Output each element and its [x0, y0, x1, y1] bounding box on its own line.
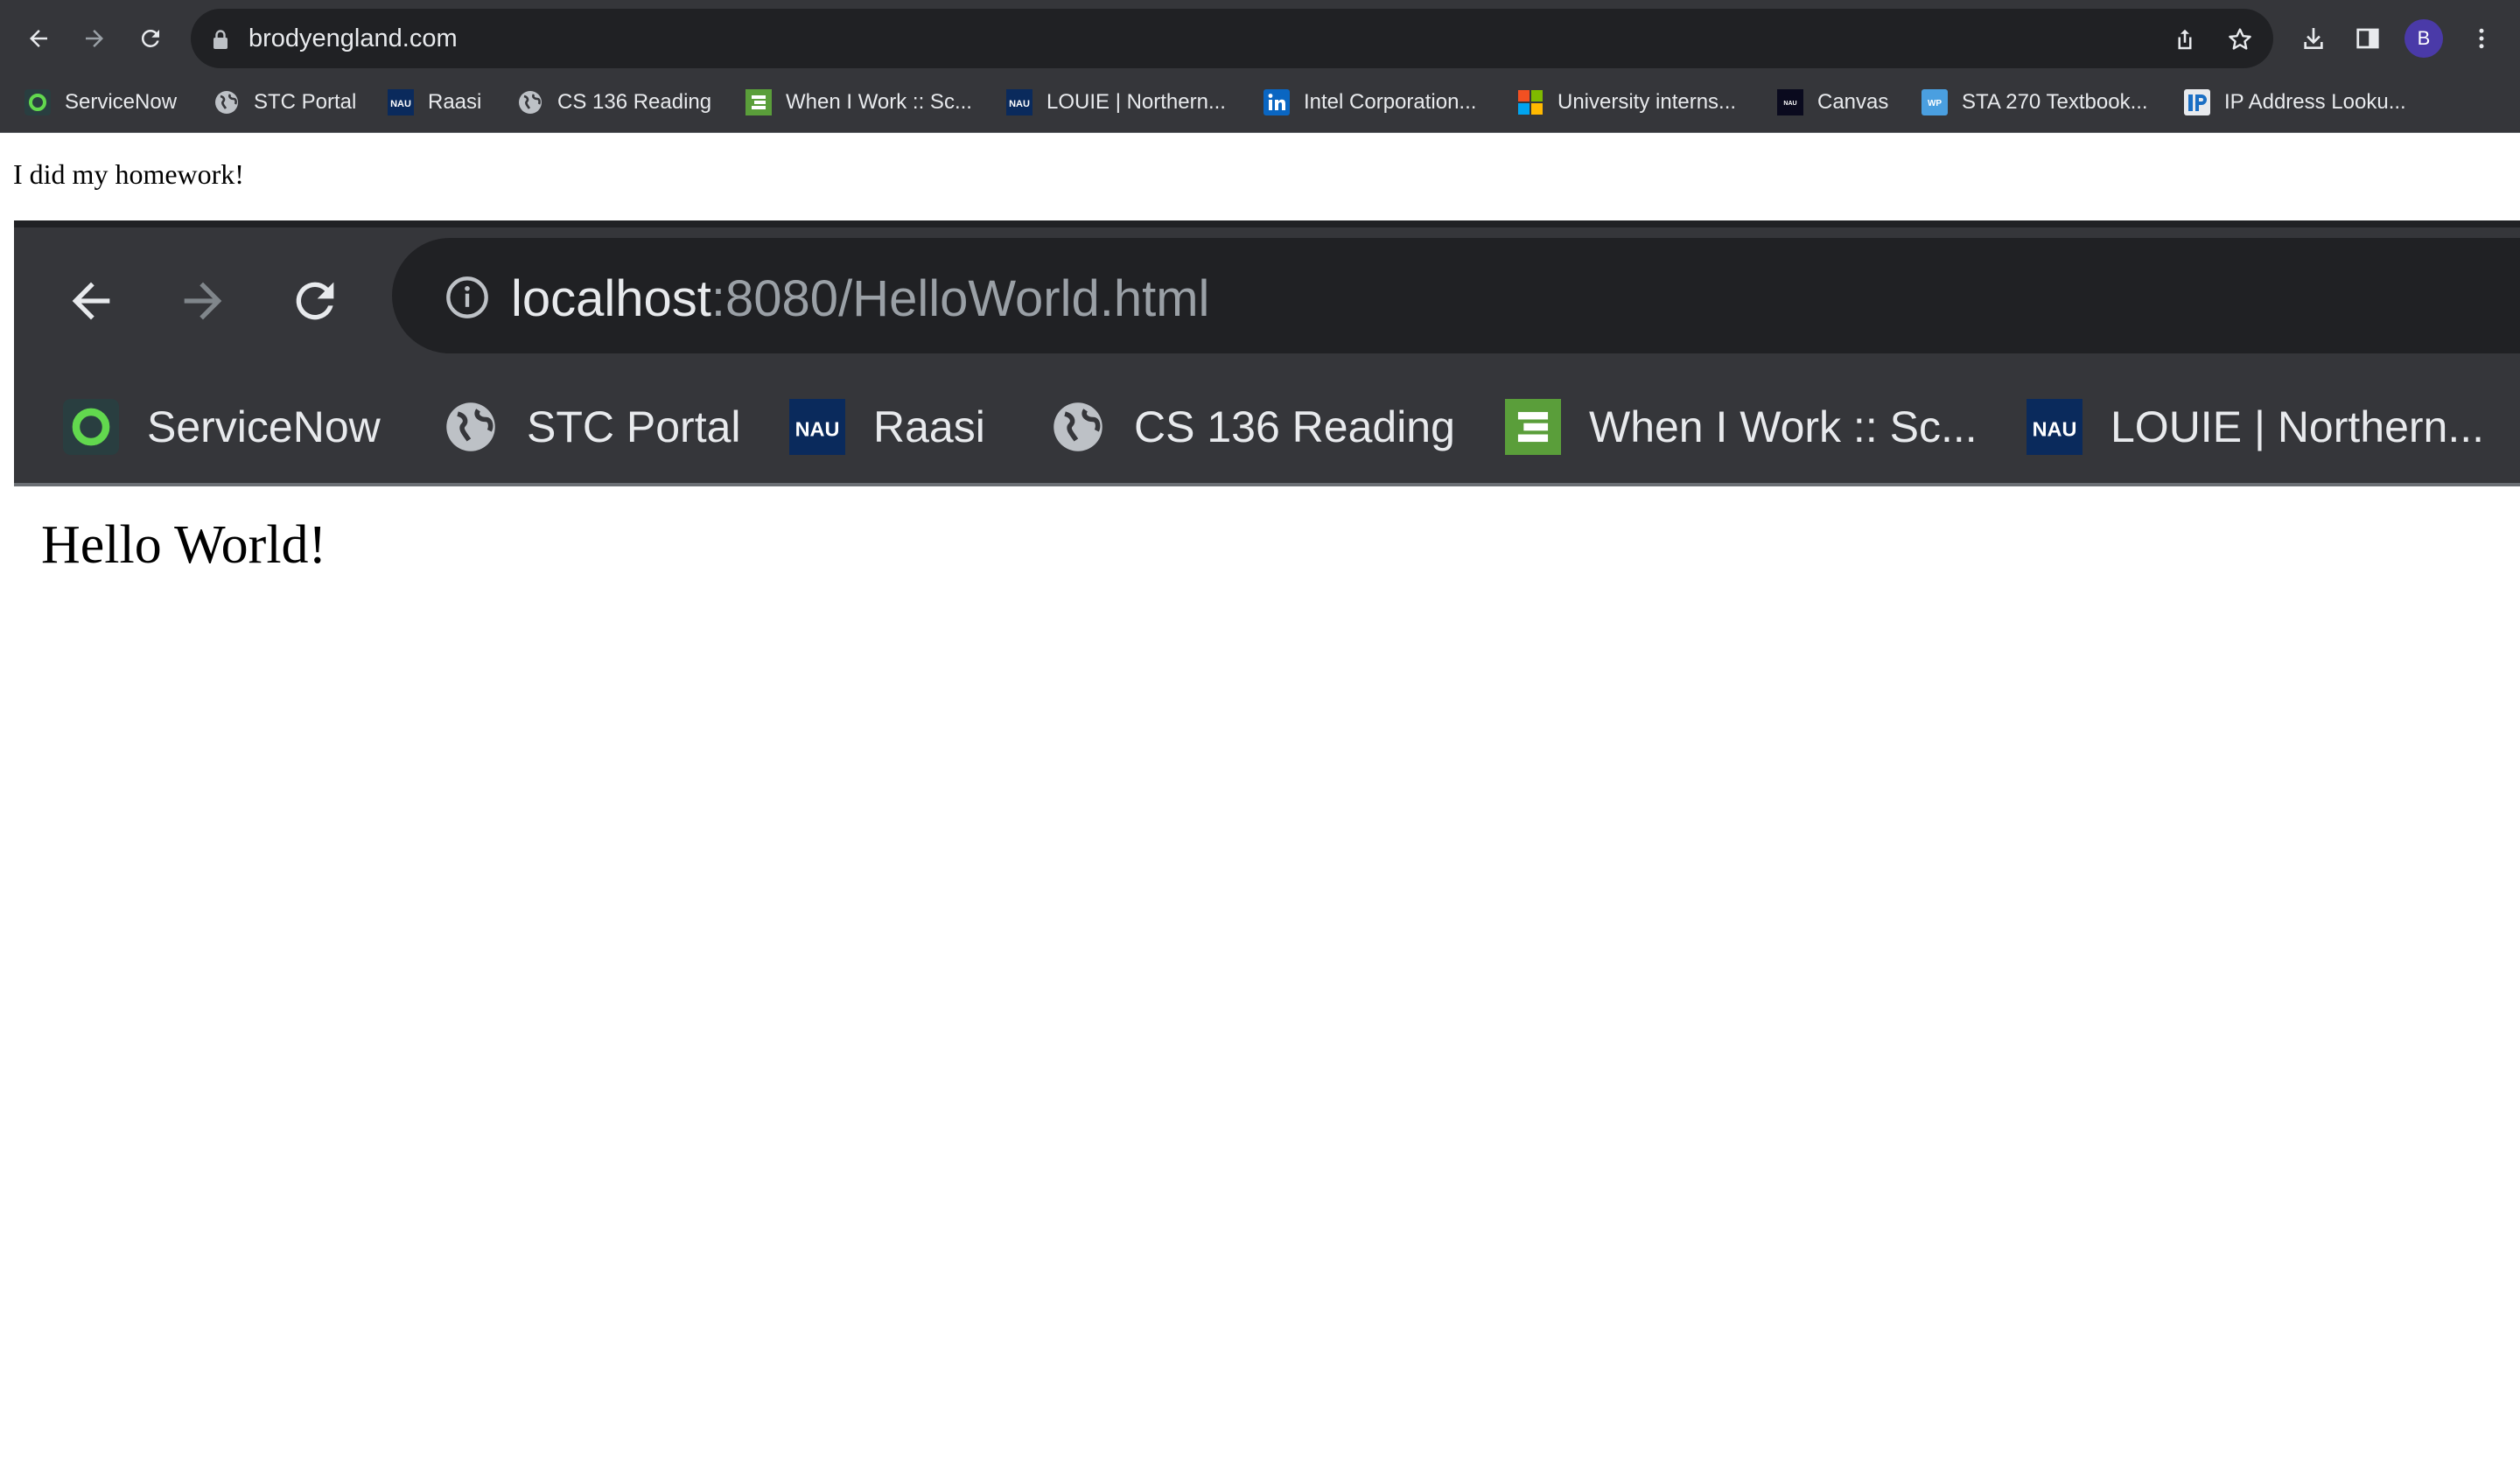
screenshot-forward-arrow-icon — [168, 266, 238, 336]
star-icon — [2229, 28, 2251, 50]
wheniwork-icon — [746, 89, 772, 115]
bookmark-label: Intel Corporation... — [1304, 90, 1477, 114]
share-icon — [2178, 29, 2192, 50]
embedded-screenshot: localhost:8080/HelloWorld.html ServiceNo… — [14, 220, 2520, 486]
wheniwork-icon — [1505, 399, 1561, 455]
nau-icon: NAU — [388, 89, 414, 115]
screenshot-back-arrow-icon — [56, 266, 126, 336]
address-bar[interactable]: brodyengland.com — [191, 9, 2273, 68]
svg-text:NAU: NAU — [390, 99, 411, 109]
browser-toolbar: brodyengland.com B — [0, 0, 2520, 77]
bookmark-star-button[interactable] — [2225, 24, 2255, 54]
screenshot-address-bar: localhost:8080/HelloWorld.html — [392, 238, 2520, 353]
bookmark-university-interns[interactable]: University interns... — [1517, 80, 1736, 124]
bookmark-label: When I Work :: Sc... — [786, 90, 972, 114]
screenshot-info-icon — [446, 276, 488, 318]
homework-text: I did my homework! — [13, 158, 244, 190]
bookmark-when-i-work[interactable]: When I Work :: Sc... — [746, 80, 972, 124]
wp-icon: WP — [1922, 89, 1948, 115]
screenshot-url-path: :8080/HelloWorld.html — [710, 270, 1210, 327]
profile-avatar[interactable]: B — [2404, 19, 2443, 58]
forward-button[interactable] — [75, 19, 114, 58]
servicenow-icon — [24, 89, 51, 115]
kebab-menu-icon — [2479, 28, 2484, 49]
svg-text:NAU: NAU — [1783, 101, 1796, 107]
bookmark-label: IP Address Looku... — [2224, 90, 2406, 114]
bookmarks-bar: ServiceNow STC Portal NAU Raasi CS 136 R… — [0, 80, 2520, 124]
back-arrow-icon — [30, 30, 47, 47]
download-icon — [2304, 28, 2323, 49]
svg-text:NAU: NAU — [795, 418, 840, 441]
linkedin-icon — [1264, 89, 1290, 115]
screenshot-bookmark-when-i-work: When I Work :: Sc... — [1505, 392, 1978, 462]
screenshot-bookmark-label: LOUIE | Northern... — [2110, 402, 2485, 451]
bookmark-stc-portal[interactable]: STC Portal — [214, 80, 356, 124]
bookmark-cs136-reading[interactable]: CS 136 Reading — [517, 80, 711, 124]
bookmark-label: ServiceNow — [65, 90, 178, 114]
globe-icon — [517, 89, 543, 115]
screenshot-bookmark-label: ServiceNow — [147, 402, 381, 451]
screenshot-tabstrip-edge — [14, 220, 2520, 227]
screenshot-bookmark-label: When I Work :: Sc... — [1589, 402, 1978, 451]
browser-chrome: brodyengland.com B ServiceNow STC Portal — [0, 0, 2520, 133]
url-text[interactable]: brodyengland.com — [248, 24, 458, 53]
screenshot-bookmark-cs136-reading: CS 136 Reading — [1050, 392, 1455, 462]
chrome-menu-button[interactable] — [2462, 19, 2501, 58]
svg-text:WP: WP — [1928, 99, 1942, 108]
lock-icon[interactable] — [210, 28, 231, 51]
screenshot-url: localhost:8080/HelloWorld.html — [511, 269, 1209, 329]
globe-icon — [443, 399, 499, 455]
screenshot-bookmark-raasi: NAU Raasi — [789, 392, 985, 462]
bookmark-label: LOUIE | Northern... — [1046, 90, 1226, 114]
back-button[interactable] — [19, 19, 58, 58]
side-panel-button[interactable] — [2348, 19, 2387, 58]
side-panel-icon — [2356, 28, 2379, 49]
globe-icon — [1050, 399, 1106, 455]
bookmark-label: University interns... — [1558, 90, 1737, 114]
nau-icon: NAU — [2026, 399, 2082, 455]
bookmark-label: Canvas — [1817, 90, 1889, 114]
nau-icon: NAU — [1006, 89, 1032, 115]
screenshot-bookmark-label: CS 136 Reading — [1134, 402, 1455, 451]
screenshot-url-host: localhost — [511, 270, 711, 327]
share-button[interactable] — [2170, 24, 2200, 54]
bookmark-label: CS 136 Reading — [557, 90, 712, 114]
bookmark-ip-address-lookup[interactable]: IP Address Looku... — [2184, 80, 2406, 124]
bookmark-label: Raasi — [428, 90, 482, 114]
nau-icon: NAU — [1777, 89, 1803, 115]
screenshot-bookmark-louie: NAU LOUIE | Northern... — [2026, 392, 2484, 462]
bookmark-sta270-textbook[interactable]: WP STA 270 Textbook... — [1922, 80, 2148, 124]
downloads-button[interactable] — [2294, 19, 2333, 58]
servicenow-icon — [63, 399, 119, 455]
screenshot-bookmark-servicenow: ServiceNow — [63, 392, 381, 462]
bookmark-raasi[interactable]: NAU Raasi — [388, 80, 481, 124]
globe-icon — [214, 89, 240, 115]
bookmark-louie[interactable]: NAU LOUIE | Northern... — [1006, 80, 1226, 124]
bookmark-servicenow[interactable]: ServiceNow — [24, 80, 177, 124]
screenshot-reload-icon — [280, 266, 350, 336]
screenshot-bottom-border — [14, 483, 2520, 486]
forward-arrow-icon — [86, 30, 103, 47]
screenshot-bookmark-stc-portal: STC Portal — [443, 392, 741, 462]
nau-icon: NAU — [789, 399, 845, 455]
svg-text:NAU: NAU — [2033, 418, 2077, 441]
screenshot-bookmark-label: Raasi — [873, 402, 985, 451]
bookmark-intel[interactable]: Intel Corporation... — [1264, 80, 1476, 124]
hello-world-heading: Hello World! — [41, 515, 327, 575]
bookmark-label: STA 270 Textbook... — [1962, 90, 2148, 114]
screenshot-bookmark-label: STC Portal — [527, 402, 741, 451]
bookmark-label: STC Portal — [254, 90, 357, 114]
ip-icon — [2184, 89, 2210, 115]
toolbar-divider — [0, 132, 2520, 133]
reload-icon — [141, 29, 159, 47]
microsoft-icon — [1517, 89, 1544, 115]
reload-button[interactable] — [131, 19, 170, 58]
bookmark-canvas[interactable]: NAU Canvas — [1777, 80, 1888, 124]
svg-text:NAU: NAU — [1009, 99, 1030, 109]
